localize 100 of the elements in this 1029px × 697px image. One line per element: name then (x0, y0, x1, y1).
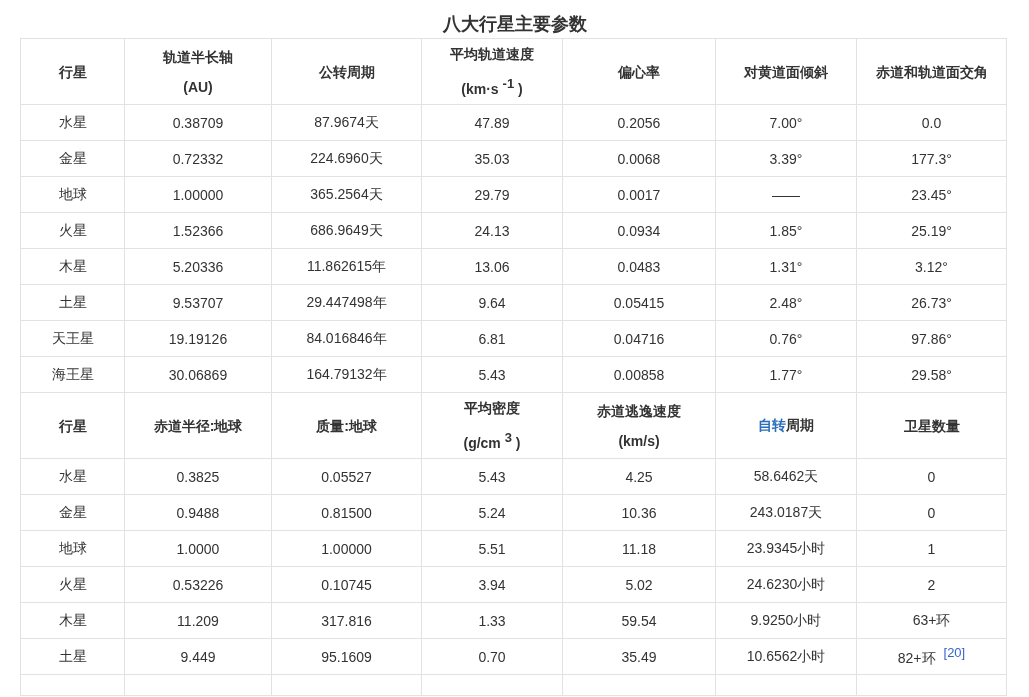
table-cell: 177.3° (911, 150, 952, 167)
table-cell: 3.94 (478, 576, 506, 593)
table-cell: 1 (927, 540, 936, 557)
table-cell: 10.6562小时 (746, 647, 826, 664)
column-header: 赤道半径:地球 (152, 416, 244, 436)
table-cell: 686.9649天 (310, 221, 383, 238)
column-header: 质量:地球 (315, 416, 378, 436)
table-cell: 317.816 (321, 612, 372, 629)
table-cell: 0.0934 (617, 222, 661, 239)
table-cell: 25.19° (911, 222, 952, 239)
table-cell: 1.33 (478, 612, 506, 629)
table-cell: 13.06 (474, 258, 510, 275)
table-cell: 1.31° (769, 258, 803, 275)
table-cell: 2.48° (769, 294, 803, 311)
table-cell: 84.016846年 (306, 329, 387, 346)
table-cell: 7.00° (769, 114, 803, 131)
table-cell: 1.0000 (176, 540, 220, 557)
table-cell: 0.9488 (176, 504, 220, 521)
table-cell: 29.447498年 (306, 293, 387, 310)
table-cell: 19.19126 (168, 330, 228, 347)
table-cell: 1.77° (769, 366, 803, 383)
table-cell: 9.53707 (172, 294, 224, 311)
column-header: 卫星数量 (902, 416, 961, 436)
table-cell: 0.04716 (613, 330, 665, 347)
table-cell: 6.81 (478, 330, 506, 347)
table-cell: 365.2564天 (310, 185, 383, 202)
column-header: 平均密度 (463, 399, 521, 419)
table-cell: 水星 (58, 113, 87, 130)
table-cell: 0.0 (921, 114, 942, 131)
table-cell: 1.85° (769, 222, 803, 239)
table-cell: 23.9345小时 (746, 539, 826, 556)
table-cell: 82+环 (897, 650, 936, 666)
column-header: 公转周期 (317, 62, 376, 82)
table-cell: 9.449 (180, 648, 216, 665)
table-cell: 47.89 (474, 114, 510, 131)
column-header-link[interactable]: 自转 (758, 416, 786, 433)
table-cell: 木星 (58, 257, 87, 274)
table-cell: 木星 (58, 611, 87, 628)
table-cell: 海王星 (51, 365, 94, 382)
table-cell: 63+环 (912, 611, 951, 628)
column-header: 行星 (57, 62, 88, 82)
table-cell: 0 (927, 504, 936, 521)
table-cell: 58.6462天 (753, 467, 819, 484)
table-cell: 24.13 (474, 222, 510, 239)
table-cell: 11.18 (622, 540, 656, 557)
column-header: 赤道逃逸速度 (596, 401, 682, 421)
table-cell: 地球 (58, 539, 87, 556)
table-cell: 24.6230小时 (746, 575, 826, 592)
table-cell: 5.20336 (172, 258, 224, 275)
table-cell: 224.6960天 (310, 149, 383, 166)
column-header: 平均轨道速度 (449, 45, 535, 65)
table-cell: 天王星 (51, 329, 94, 346)
table-cell: 5.51 (478, 540, 506, 557)
column-header: 对黄道面倾斜 (743, 62, 829, 82)
table-cell: 59.54 (621, 612, 657, 629)
table-cell: 5.43 (478, 366, 506, 383)
table-cell: 水星 (58, 467, 87, 484)
table-cell: 0.05527 (321, 468, 372, 485)
table-cell: 0.10745 (321, 576, 372, 593)
table-cell: 0.70 (478, 648, 506, 665)
table-cell: 11.209 (177, 612, 219, 629)
column-header: 轨道半长轴 (162, 47, 234, 67)
column-header: 偏心率 (617, 62, 661, 82)
table-cell: 9.64 (478, 294, 506, 311)
table-cell: 土星 (58, 293, 87, 310)
table-cell: 0 (927, 468, 936, 485)
table-cell: 5.24 (478, 504, 506, 521)
table-cell: 23.45° (911, 186, 952, 203)
table-cell: 243.0187天 (749, 503, 823, 520)
table-cell: 0.72332 (172, 150, 224, 167)
table-cell: 5.43 (478, 468, 506, 485)
table-cell: 29.79 (474, 186, 510, 203)
table-cell: 0.0017 (617, 186, 661, 203)
table-cell: 火星 (58, 221, 87, 238)
table-title: 八大行星主要参数 (441, 13, 588, 36)
table-cell: 1.00000 (321, 540, 372, 557)
table-cell: 1.52366 (172, 222, 224, 239)
table-cell: 5.02 (625, 576, 653, 593)
table-cell: 3.39° (769, 150, 803, 167)
table-cell: 0.00858 (613, 366, 665, 383)
table-cell: 30.06869 (168, 366, 228, 383)
table-cell: 0.2056 (617, 114, 661, 131)
table-cell: 0.3825 (176, 468, 220, 485)
table-cell: 35.49 (621, 648, 657, 665)
table-cell: 9.9250小时 (750, 611, 822, 628)
table-cell: 97.86° (911, 330, 952, 347)
footnote-link[interactable]: [20] (943, 645, 966, 660)
table-cell: —— (772, 186, 800, 203)
table-cell: 29.58° (911, 366, 952, 383)
table-cell: 87.9674天 (314, 113, 379, 130)
table-cell: 0.38709 (172, 114, 224, 131)
table-cell: 0.81500 (321, 504, 372, 521)
column-header: 赤道和轨道面交角 (874, 62, 989, 82)
table-cell: 3.12° (915, 258, 948, 275)
column-header: 行星 (57, 416, 88, 436)
table-cell: 35.03 (474, 150, 510, 167)
table-cell: 金星 (58, 149, 87, 166)
table-cell: 0.76° (769, 330, 803, 347)
table-cell: 火星 (58, 575, 87, 592)
table-cell: 1.00000 (172, 186, 224, 203)
